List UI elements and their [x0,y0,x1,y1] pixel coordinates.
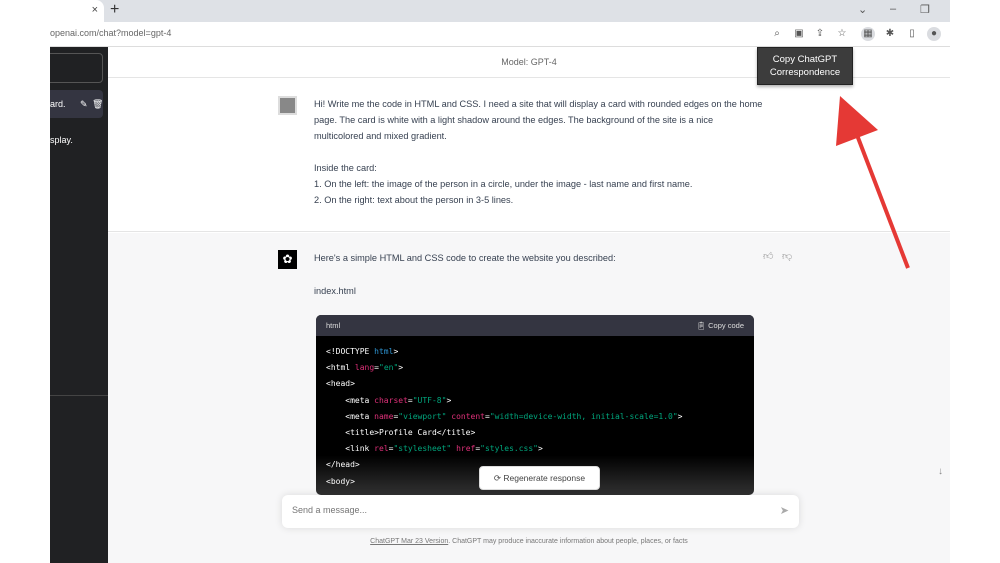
red-arrow-annotation [836,96,910,269]
